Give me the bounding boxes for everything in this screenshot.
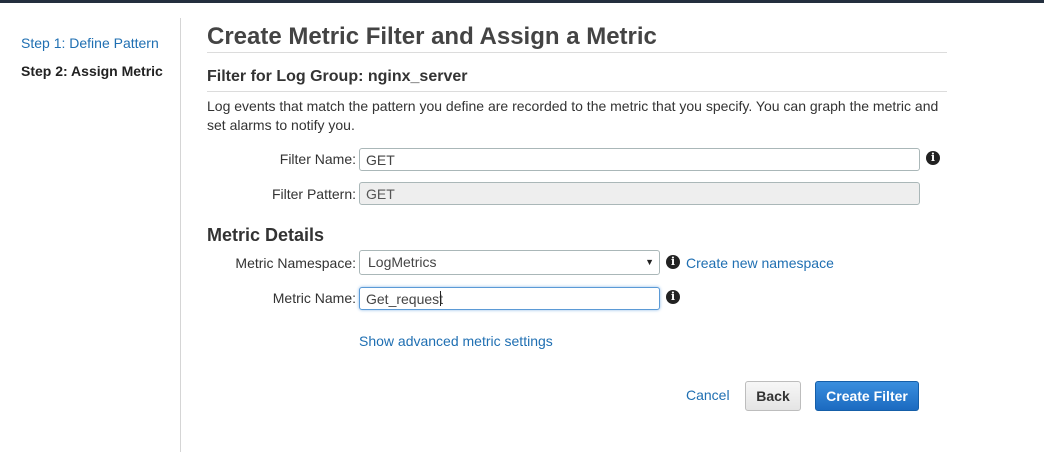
show-advanced-settings-link[interactable]: Show advanced metric settings: [359, 332, 553, 350]
metric-name-label: Metric Name:: [272, 290, 356, 306]
filter-name-label: Filter Name:: [279, 151, 356, 167]
cancel-link[interactable]: Cancel: [686, 386, 730, 404]
filter-heading: Filter for Log Group: nginx_server: [207, 68, 468, 85]
page-title: Create Metric Filter and Assign a Metric: [207, 23, 657, 50]
metric-namespace-select[interactable]: LogMetrics ▼: [359, 250, 660, 275]
metric-namespace-info-icon[interactable]: i: [666, 255, 680, 269]
title-divider: [207, 52, 947, 53]
metric-namespace-value: LogMetrics: [368, 254, 437, 270]
wizard-step-define-pattern[interactable]: Step 1: Define Pattern: [21, 34, 159, 52]
description-text: Log events that match the pattern you de…: [207, 98, 939, 133]
filter-pattern-input: [359, 182, 920, 205]
wizard-sidebar: Step 1: Define Pattern Step 2: Assign Me…: [0, 0, 181, 452]
main-panel: Create Metric Filter and Assign a Metric…: [207, 0, 947, 452]
filter-pattern-label: Filter Pattern:: [271, 186, 356, 202]
create-namespace-link[interactable]: Create new namespace: [686, 254, 834, 272]
filter-name-input[interactable]: [359, 148, 920, 171]
sidebar-divider: [180, 18, 181, 452]
chevron-down-icon: ▼: [645, 257, 654, 267]
wizard-step-assign-metric: Step 2: Assign Metric: [21, 63, 163, 79]
metric-details-heading: Metric Details: [207, 225, 325, 245]
metric-name-info-icon[interactable]: i: [666, 290, 680, 304]
filter-name-info-icon[interactable]: i: [926, 151, 940, 165]
metric-namespace-label: Metric Namespace:: [235, 255, 356, 271]
filter-heading-divider: [207, 91, 947, 92]
back-button[interactable]: Back: [745, 381, 801, 411]
metric-name-input[interactable]: [359, 287, 660, 310]
create-filter-button[interactable]: Create Filter: [815, 381, 919, 411]
text-cursor: [440, 291, 441, 306]
